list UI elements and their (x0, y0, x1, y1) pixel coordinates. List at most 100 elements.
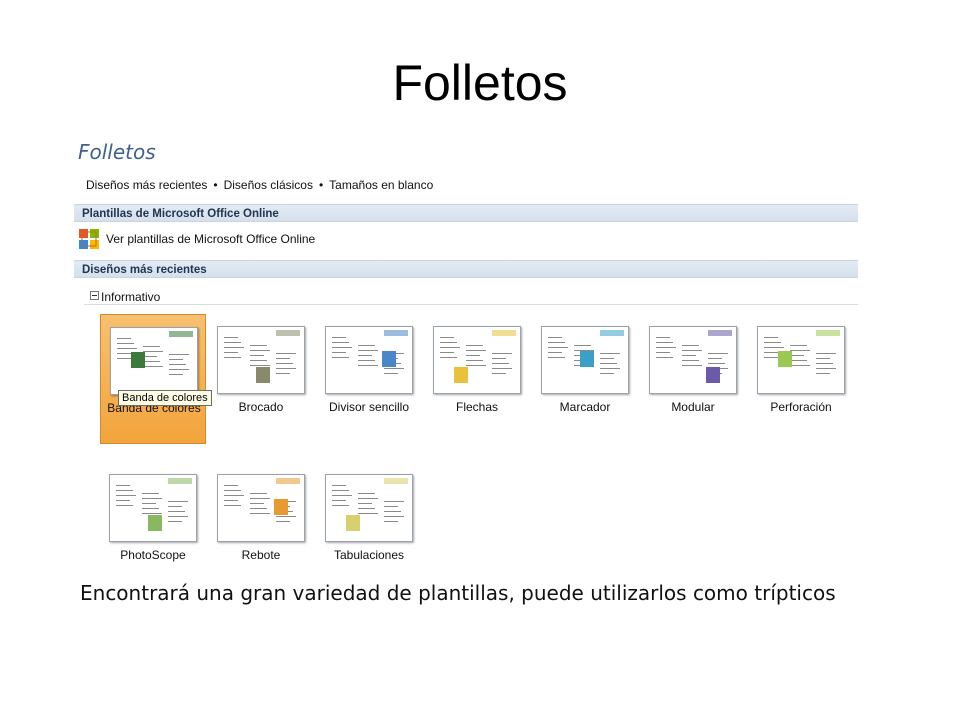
text-line (224, 500, 238, 501)
template-tile[interactable]: Marcador (532, 314, 638, 444)
text-line (764, 347, 784, 348)
text-line (117, 353, 131, 354)
office-online-icon (79, 229, 99, 249)
brochure-panel (356, 331, 382, 389)
text-line (250, 365, 270, 366)
text-line (358, 503, 372, 504)
text-line (168, 521, 182, 522)
text-line (600, 373, 614, 374)
text-line (790, 345, 807, 346)
template-label: Brocado (238, 400, 284, 414)
brochure-panel (598, 331, 624, 389)
text-line (224, 490, 241, 491)
text-line (384, 516, 404, 517)
collapse-icon[interactable] (90, 291, 99, 300)
text-line (250, 355, 264, 356)
text-line (276, 363, 293, 364)
text-line (224, 342, 241, 343)
text-line (384, 521, 398, 522)
image-placeholder (131, 352, 145, 368)
text-line (224, 505, 241, 506)
text-line (224, 337, 238, 338)
text-line (332, 337, 346, 338)
template-tile[interactable]: Flechas (424, 314, 530, 444)
template-tile[interactable]: Tabulaciones (316, 462, 422, 592)
template-thumbnail (433, 326, 521, 394)
text-line (358, 508, 375, 509)
image-placeholder (580, 351, 594, 367)
brochure-panel (490, 331, 516, 389)
text-line (358, 355, 372, 356)
text-line (358, 513, 378, 514)
template-thumbnail (325, 474, 413, 542)
text-line (250, 493, 267, 494)
text-line (224, 352, 238, 353)
office-online-link[interactable]: Ver plantillas de Microsoft Office Onlin… (106, 232, 315, 246)
text-line (250, 360, 267, 361)
text-line (332, 505, 349, 506)
text-line (790, 360, 807, 361)
text-line (142, 498, 162, 499)
text-line (384, 506, 398, 507)
brochure-panel (222, 331, 248, 389)
text-line (169, 369, 189, 370)
text-line (332, 357, 349, 358)
template-label: Perforación (770, 400, 832, 414)
text-line (440, 347, 460, 348)
image-placeholder (346, 515, 360, 531)
section-header-recent: Diseños más recientes (74, 260, 858, 278)
accent-band (816, 330, 840, 336)
text-line (816, 368, 836, 369)
template-tile[interactable]: Banda de colores (100, 314, 206, 444)
link-blank-sizes[interactable]: Tamaños en blanco (329, 178, 433, 192)
text-line (790, 365, 810, 366)
template-thumbnail (217, 326, 305, 394)
text-line (358, 350, 378, 351)
text-line (656, 337, 670, 338)
link-recent-designs[interactable]: Diseños más recientes (86, 178, 207, 192)
text-line (492, 368, 512, 369)
template-tile[interactable]: PhotoScope (100, 462, 206, 592)
text-line (332, 342, 349, 343)
text-line (276, 358, 290, 359)
text-line (276, 516, 296, 517)
template-tile[interactable]: Divisor sencillo (316, 314, 422, 444)
template-gallery-panel: Folletos Diseños más recientes • Diseños c… (74, 136, 860, 566)
image-placeholder (454, 367, 468, 383)
brochure-panel (546, 331, 572, 389)
text-line (708, 363, 725, 364)
template-tile[interactable]: Perforación (748, 314, 854, 444)
brochure-panel (167, 332, 193, 390)
text-line (332, 495, 352, 496)
template-tile[interactable]: Brocado (208, 314, 314, 444)
text-line (440, 342, 457, 343)
text-line (492, 358, 506, 359)
template-tile[interactable]: Rebote (208, 462, 314, 592)
text-line (682, 350, 702, 351)
text-line (384, 511, 401, 512)
brochure-panel (248, 479, 274, 537)
text-line (116, 500, 130, 501)
template-label: Flechas (455, 400, 499, 414)
template-tile[interactable]: Modular (640, 314, 746, 444)
text-line (358, 498, 378, 499)
text-line (466, 360, 483, 361)
text-line (764, 342, 781, 343)
text-line (224, 485, 238, 486)
text-line (708, 353, 728, 354)
text-line (548, 347, 568, 348)
text-line (548, 337, 562, 338)
text-line (358, 493, 375, 494)
text-line (117, 343, 134, 344)
template-label: Modular (671, 400, 715, 414)
text-line (142, 508, 159, 509)
section-header-online: Plantillas de Microsoft Office Online (74, 204, 858, 222)
link-classic-designs[interactable]: Diseños clásicos (224, 178, 313, 192)
group-informativo[interactable]: Informativo (90, 290, 160, 304)
text-line (250, 513, 270, 514)
brochure-panel (114, 479, 140, 537)
text-line (116, 485, 130, 486)
brochure-panel (166, 479, 192, 537)
text-line (332, 347, 352, 348)
template-label: Tabulaciones (333, 548, 405, 562)
